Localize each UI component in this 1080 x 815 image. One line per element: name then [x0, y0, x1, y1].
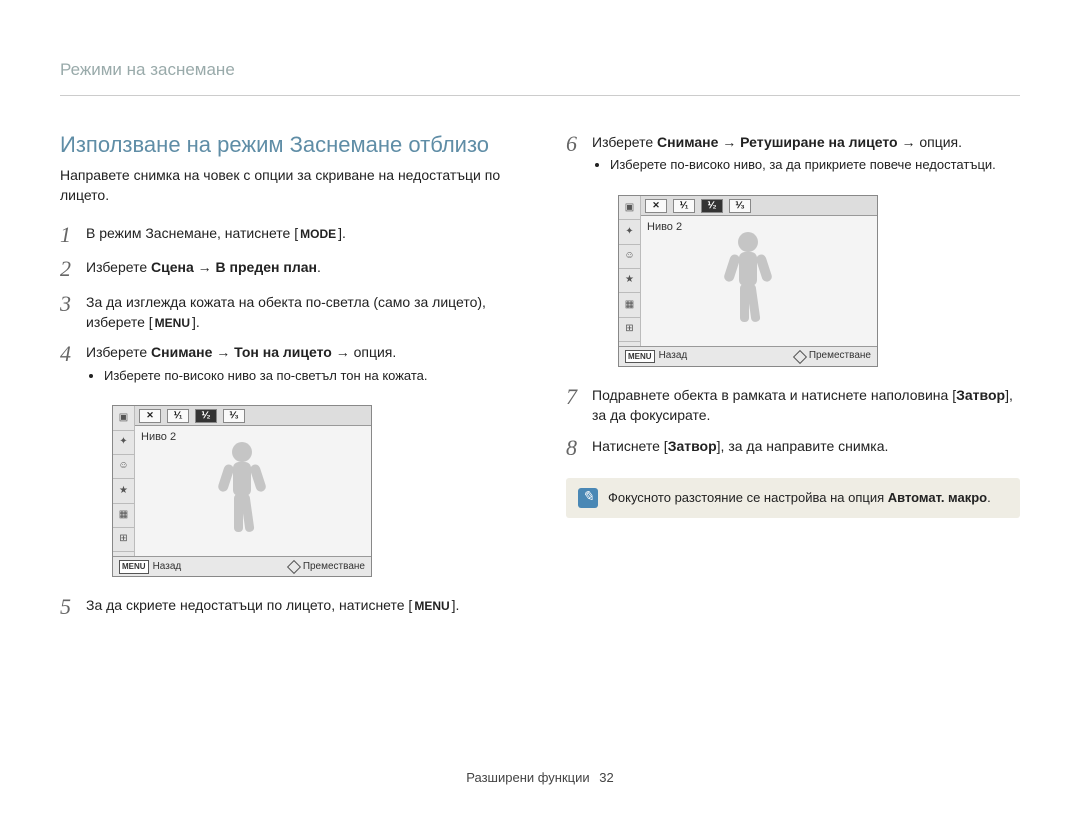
- step-body: В режим Заснемане, натиснете [MODE].: [86, 223, 514, 243]
- step-sub: Изберете по-високо ниво за по-светъл тон…: [104, 367, 514, 386]
- level-option: ⅟₃: [729, 199, 751, 213]
- mode-key: MODE: [298, 227, 338, 241]
- step: 7Подравнете обекта в рамката и натиснете…: [566, 385, 1020, 426]
- camera-side-icon: ✦: [113, 431, 134, 455]
- info-icon: ✎: [578, 488, 598, 508]
- back-label: Назад: [659, 349, 688, 364]
- breadcrumb: Режими на заснемане: [60, 60, 1020, 80]
- step-body: За да изглежда кожата на обекта по-светл…: [86, 292, 514, 333]
- camera-level-selector: ✕ ⅟₁ ⅟₂ ⅟₃: [641, 196, 877, 216]
- step-number: 3: [60, 292, 86, 316]
- step: 8Натиснете [Затвор], за да направите сни…: [566, 436, 1020, 460]
- step-sub-item: Изберете по-високо ниво за по-светъл тон…: [104, 367, 514, 386]
- back-label: Назад: [153, 560, 182, 575]
- camera-side-icon: ★: [619, 269, 640, 293]
- camera-bottom-bar: MENU Назад Преместване: [113, 556, 371, 576]
- camera-side-icon: ▦: [113, 504, 134, 528]
- move-label: Преместване: [809, 349, 871, 364]
- menu-key: MENU: [412, 599, 451, 613]
- camera-side-icon: ★: [113, 479, 134, 503]
- level-option: ✕: [645, 199, 667, 213]
- camera-screen: ▣✦☺★▦⊞✋ ✕ ⅟₁ ⅟₂ ⅟₃ Ниво 2 MENU Назад Преместване: [112, 405, 372, 577]
- step-number: 4: [60, 342, 86, 366]
- subject-silhouette-icon: [713, 228, 783, 334]
- level-option: ⅟₁: [673, 199, 695, 213]
- step-number: 6: [566, 132, 592, 156]
- page-footer: Разширени функции 32: [0, 770, 1080, 785]
- step-sub-item: Изберете по-високо ниво, за да прикриете…: [610, 156, 1020, 175]
- step-sub: Изберете по-високо ниво, за да прикриете…: [610, 156, 1020, 175]
- menu-key: MENU: [153, 316, 192, 330]
- camera-bottom-bar: MENU Назад Преместване: [619, 346, 877, 366]
- step-body: Натиснете [Затвор], за да направите сним…: [592, 436, 1020, 456]
- page-number: 32: [599, 770, 613, 785]
- step-illustration: ▣✦☺★▦⊞✋ ✕ ⅟₁ ⅟₂ ⅟₃ Ниво 2 MENU Назад Преместване: [60, 397, 514, 585]
- left-column: Използване на режим Заснемане отблизо На…: [60, 132, 514, 630]
- camera-level-selector: ✕ ⅟₁ ⅟₂ ⅟₃: [135, 406, 371, 426]
- step: 1В режим Заснемане, натиснете [MODE].: [60, 223, 514, 247]
- dpad-icon: [793, 350, 807, 364]
- intro-text: Направете снимка на човек с опции за скр…: [60, 166, 514, 205]
- info-note: ✎ Фокусното разстояние се настройва на о…: [566, 478, 1020, 518]
- move-label-group: Преместване: [289, 560, 365, 575]
- two-column-layout: Използване на режим Заснемане отблизо На…: [60, 132, 1020, 630]
- rule: [60, 95, 1020, 96]
- menu-tag: MENU: [625, 350, 655, 364]
- step-number: 2: [60, 257, 86, 281]
- camera-side-icons: ▣✦☺★▦⊞✋: [113, 406, 135, 576]
- step: 3За да изглежда кожата на обекта по-свет…: [60, 292, 514, 333]
- level-option: ⅟₁: [167, 409, 189, 423]
- step: 2Изберете Сцена → В преден план.: [60, 257, 514, 281]
- camera-side-icon: ⊞: [113, 528, 134, 552]
- camera-side-icons: ▣✦☺★▦⊞✋: [619, 196, 641, 366]
- level-option: ⅟₂: [195, 409, 217, 423]
- step-body: Изберете Сцена → В преден план.: [86, 257, 514, 277]
- step-number: 7: [566, 385, 592, 409]
- step-number: 5: [60, 595, 86, 619]
- level-label: Ниво 2: [141, 430, 176, 446]
- section-title: Използване на режим Заснемане отблизо: [60, 132, 514, 158]
- camera-side-icon: ▣: [619, 196, 640, 220]
- level-option: ✕: [139, 409, 161, 423]
- step-number: 8: [566, 436, 592, 460]
- step-body: Изберете Снимане → Тон на лицето → опция…: [86, 342, 514, 387]
- level-option: ⅟₂: [701, 199, 723, 213]
- camera-side-icon: ⊞: [619, 318, 640, 342]
- manual-page: Режими на заснемане Използване на режим …: [0, 0, 1080, 815]
- level-label: Ниво 2: [647, 220, 682, 236]
- note-text: Фокусното разстояние се настройва на опц…: [608, 490, 991, 505]
- right-column: 6Изберете Снимане → Ретуширане на лицето…: [566, 132, 1020, 630]
- step-body: За да скриете недостатъци по лицето, нат…: [86, 595, 514, 615]
- camera-side-icon: ☺: [113, 455, 134, 479]
- steps-right: 6Изберете Снимане → Ретуширане на лицето…: [566, 132, 1020, 460]
- subject-silhouette-icon: [207, 438, 277, 544]
- move-label-group: Преместване: [795, 349, 871, 364]
- step: 5За да скриете недостатъци по лицето, на…: [60, 595, 514, 619]
- step: 4Изберете Снимане → Тон на лицето → опци…: [60, 342, 514, 387]
- camera-side-icon: ▦: [619, 293, 640, 317]
- camera-side-icon: ✦: [619, 220, 640, 244]
- step-body: Изберете Снимане → Ретуширане на лицето …: [592, 132, 1020, 177]
- camera-screen: ▣✦☺★▦⊞✋ ✕ ⅟₁ ⅟₂ ⅟₃ Ниво 2 MENU Назад Преместване: [618, 195, 878, 367]
- level-option: ⅟₃: [223, 409, 245, 423]
- camera-side-icon: ☺: [619, 245, 640, 269]
- steps-left: 1В режим Заснемане, натиснете [MODE].2Из…: [60, 223, 514, 619]
- step: 6Изберете Снимане → Ретуширане на лицето…: [566, 132, 1020, 177]
- dpad-icon: [287, 560, 301, 574]
- footer-label: Разширени функции: [466, 770, 589, 785]
- menu-tag: MENU: [119, 560, 149, 574]
- step-body: Подравнете обекта в рамката и натиснете …: [592, 385, 1020, 426]
- move-label: Преместване: [303, 560, 365, 575]
- camera-side-icon: ▣: [113, 406, 134, 430]
- step-illustration: ▣✦☺★▦⊞✋ ✕ ⅟₁ ⅟₂ ⅟₃ Ниво 2 MENU Назад Преместване: [566, 187, 1020, 375]
- step-number: 1: [60, 223, 86, 247]
